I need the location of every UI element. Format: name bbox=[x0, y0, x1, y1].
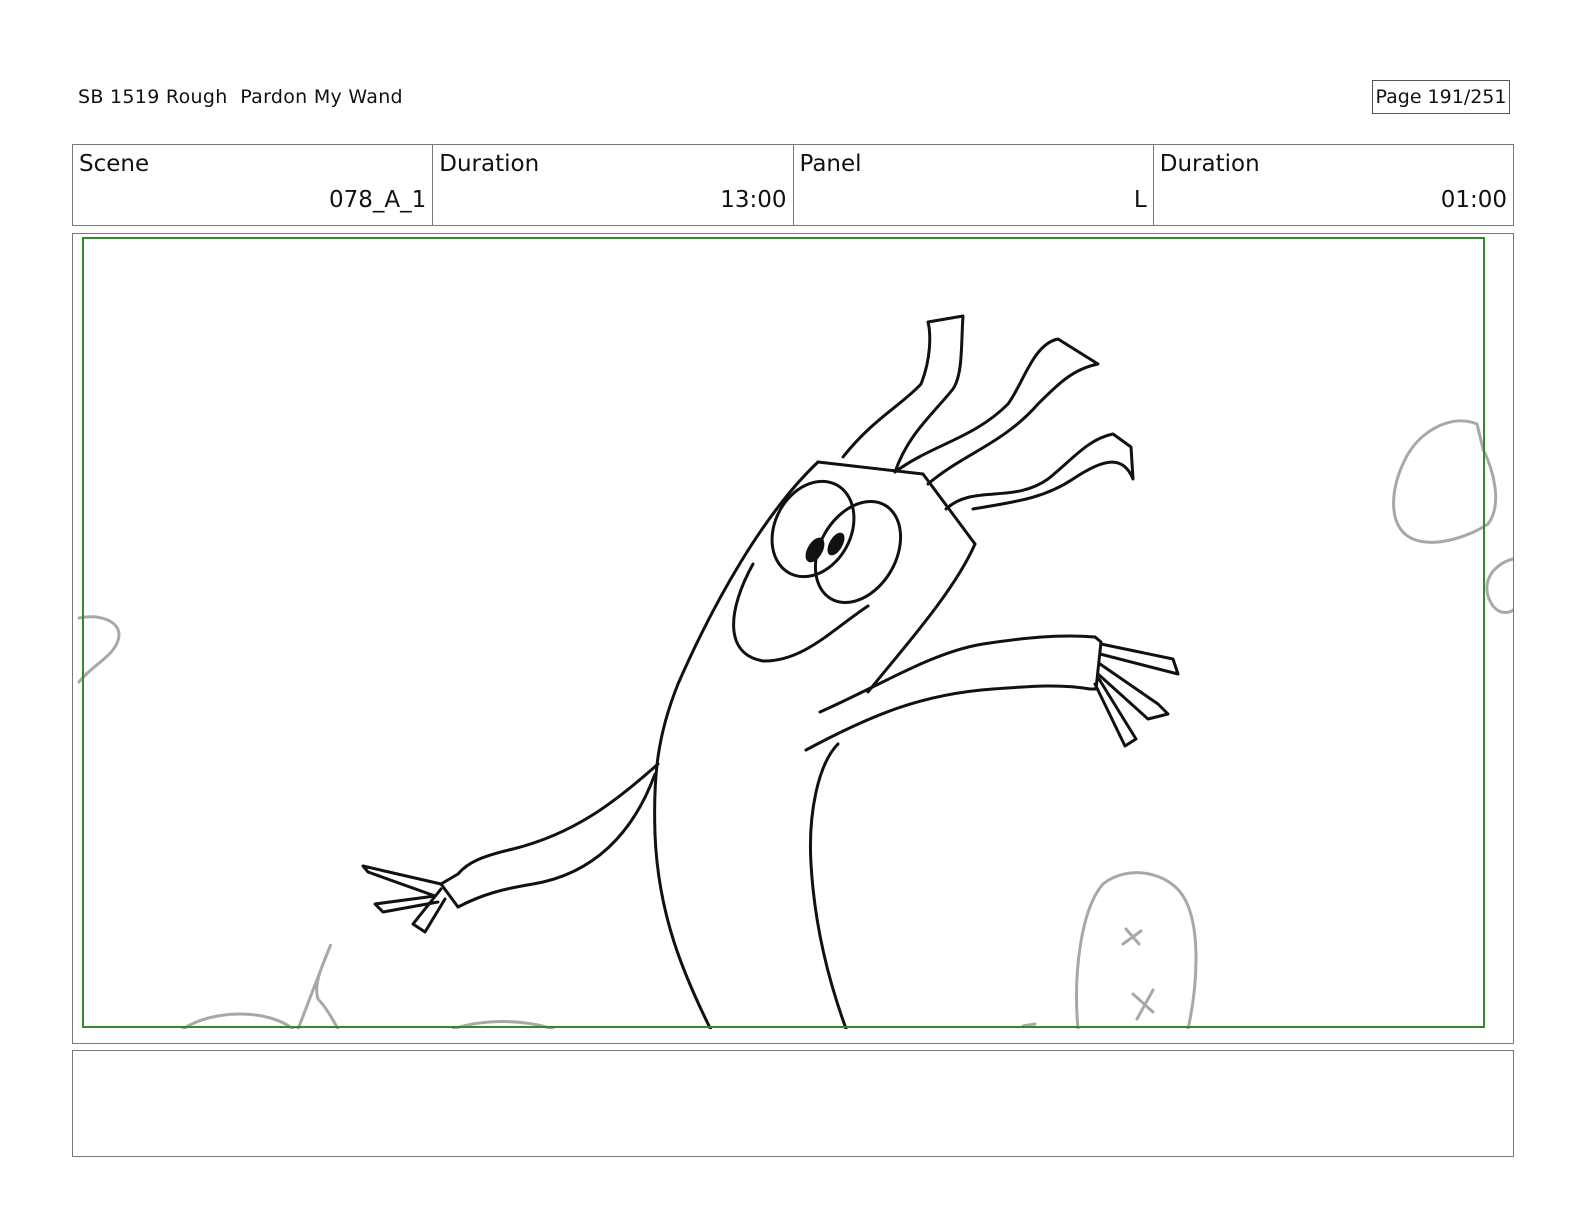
storyboard-panel bbox=[72, 233, 1514, 1044]
panel-cell: Panel L bbox=[794, 145, 1154, 225]
panel-notes-box[interactable] bbox=[72, 1050, 1514, 1157]
safe-frame bbox=[82, 237, 1485, 1028]
panel-duration-value: 01:00 bbox=[1440, 187, 1507, 213]
panel-label: Panel bbox=[799, 151, 862, 177]
panel-value: L bbox=[1133, 187, 1147, 213]
character-line-art bbox=[361, 314, 1180, 1029]
scene-duration-value: 13:00 bbox=[720, 187, 787, 213]
storyboard-title: SB 1519 Rough Pardon My Wand bbox=[78, 86, 403, 108]
page-number: Page 191/251 bbox=[1372, 80, 1510, 114]
panel-drawing bbox=[77, 237, 1513, 1029]
scene-duration-cell: Duration 13:00 bbox=[433, 145, 794, 225]
scene-duration-label: Duration bbox=[439, 151, 540, 177]
panel-duration-label: Duration bbox=[1159, 151, 1260, 177]
scene-value: 078_A_1 bbox=[328, 187, 427, 213]
scene-info-table: Scene 078_A_1 Duration 13:00 Panel L Dur… bbox=[72, 144, 1514, 226]
scene-label: Scene bbox=[79, 151, 150, 177]
scene-cell: Scene 078_A_1 bbox=[73, 145, 434, 225]
panel-duration-cell: Duration 01:00 bbox=[1154, 145, 1513, 225]
background-sketch bbox=[77, 419, 1513, 1029]
